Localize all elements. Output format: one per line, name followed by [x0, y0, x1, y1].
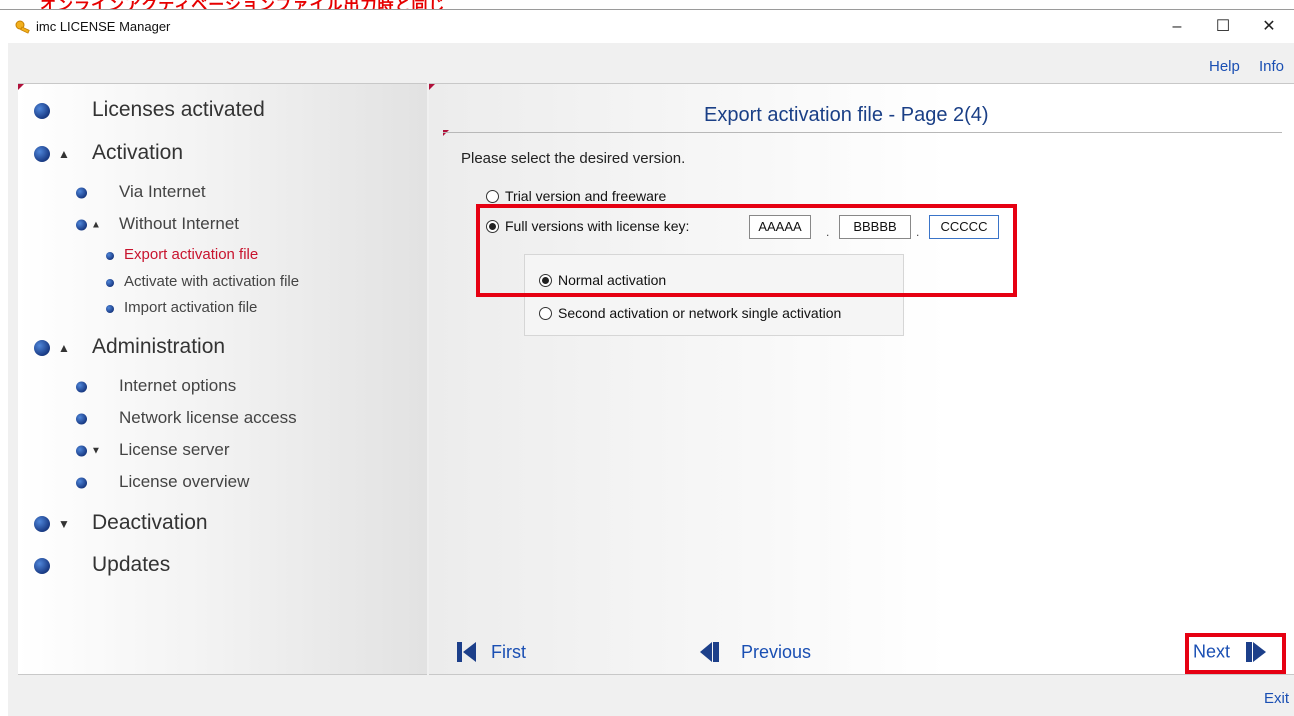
expand-up-arrow-icon: ▲ — [58, 341, 70, 355]
info-link[interactable]: Info — [1259, 58, 1284, 75]
bullet-icon — [76, 219, 87, 231]
version-prompt: Please select the desired version. — [461, 150, 686, 167]
nav-via-internet[interactable]: Via Internet — [76, 182, 376, 204]
nav-label: Activation — [92, 141, 184, 164]
main-client-area: Help Info Licenses activated ▲ Activatio… — [8, 43, 1294, 716]
nav-label: Import activation file — [124, 299, 258, 316]
nav-label: Deactivation — [92, 511, 208, 534]
nav-administration[interactable]: ▲ Administration — [34, 335, 334, 361]
minimize-button[interactable]: – — [1154, 10, 1200, 44]
nav-label: Without Internet — [119, 214, 240, 233]
bullet-icon — [34, 558, 50, 574]
previous-button[interactable]: Previous — [698, 640, 811, 664]
bullet-icon — [34, 340, 50, 356]
title-bar: imc LICENSE Manager – ☐ ✕ — [0, 9, 1294, 44]
first-label: First — [491, 641, 527, 662]
exit-link[interactable]: Exit — [1264, 690, 1289, 707]
bullet-icon — [76, 477, 87, 489]
bullet-icon — [106, 252, 114, 260]
bullet-icon — [76, 187, 87, 199]
nav-licenses-activated[interactable]: Licenses activated — [34, 98, 334, 124]
bullet-icon — [34, 146, 50, 162]
first-button[interactable]: First — [456, 640, 526, 664]
nav-internet-options[interactable]: Internet options — [76, 376, 376, 398]
previous-label: Previous — [741, 641, 812, 662]
nav-updates[interactable]: Updates — [34, 553, 334, 579]
maximize-button[interactable]: ☐ — [1200, 10, 1246, 44]
bullet-icon — [76, 445, 87, 457]
bullet-icon — [106, 305, 114, 313]
nav-activate-with-activation-file[interactable]: Activate with activation file — [106, 273, 406, 293]
first-page-icon — [457, 642, 476, 662]
nav-label: Licenses activated — [92, 98, 265, 121]
app-key-icon — [15, 20, 30, 34]
bullet-icon — [76, 381, 87, 393]
nav-export-activation-file[interactable]: Export activation file — [106, 246, 406, 266]
help-link[interactable]: Help — [1209, 58, 1240, 75]
navigation-panel: Licenses activated ▲ Activation Via Inte… — [18, 83, 427, 675]
nav-label: Activate with activation file — [124, 273, 300, 290]
content-panel: Export activation file - Page 2(4) Pleas… — [429, 83, 1294, 675]
nav-license-overview[interactable]: License overview — [76, 472, 376, 494]
nav-label: Export activation file — [124, 246, 259, 263]
trial-version-radio[interactable]: Trial version and freeware — [486, 188, 666, 204]
radio-circle-icon — [486, 189, 499, 203]
bullet-icon — [106, 279, 114, 287]
page-title: Export activation file - Page 2(4) — [704, 104, 989, 126]
nav-without-internet[interactable]: ▲ Without Internet — [76, 214, 376, 236]
nav-label: Network license access — [119, 408, 297, 427]
radio-label: Second activation or network single acti… — [558, 305, 842, 321]
nav-label: License server — [119, 440, 230, 459]
bullet-icon — [76, 413, 87, 425]
second-activation-radio[interactable]: Second activation or network single acti… — [539, 305, 841, 321]
expand-up-arrow-icon: ▲ — [58, 147, 70, 161]
nav-import-activation-file[interactable]: Import activation file — [106, 299, 406, 319]
bullet-icon — [34, 103, 50, 119]
nav-label: Via Internet — [119, 182, 206, 201]
radio-circle-icon — [539, 306, 552, 320]
expand-down-arrow-icon: ▼ — [91, 445, 101, 457]
nav-license-server[interactable]: ▼ License server — [76, 440, 376, 462]
title-divider — [443, 132, 1282, 133]
panel-corner-marker — [429, 84, 435, 90]
nav-network-license-access[interactable]: Network license access — [76, 408, 376, 430]
expand-up-arrow-icon: ▲ — [91, 219, 101, 231]
nav-label: Internet options — [119, 376, 237, 395]
radio-label: Trial version and freeware — [505, 188, 667, 204]
panel-corner-marker — [18, 84, 24, 90]
section-corner-marker — [443, 130, 449, 136]
nav-label: Updates — [92, 553, 171, 576]
close-button[interactable]: ✕ — [1246, 10, 1292, 44]
top-annotation-strip: オンラインアクティベーションファイル出力時と同じ — [0, 0, 1294, 9]
window-title: imc LICENSE Manager — [36, 19, 171, 34]
highlight-box-license-key — [476, 204, 1017, 297]
nav-activation[interactable]: ▲ Activation — [34, 141, 334, 167]
nav-label: Administration — [92, 335, 226, 358]
expand-down-arrow-icon: ▼ — [58, 517, 70, 531]
top-annotation-text: オンラインアクティベーションファイル出力時と同じ — [40, 0, 446, 9]
nav-deactivation[interactable]: ▼ Deactivation — [34, 511, 334, 537]
highlight-box-next — [1185, 633, 1286, 674]
bullet-icon — [34, 516, 50, 532]
previous-page-icon — [700, 642, 719, 662]
nav-label: License overview — [119, 472, 250, 491]
